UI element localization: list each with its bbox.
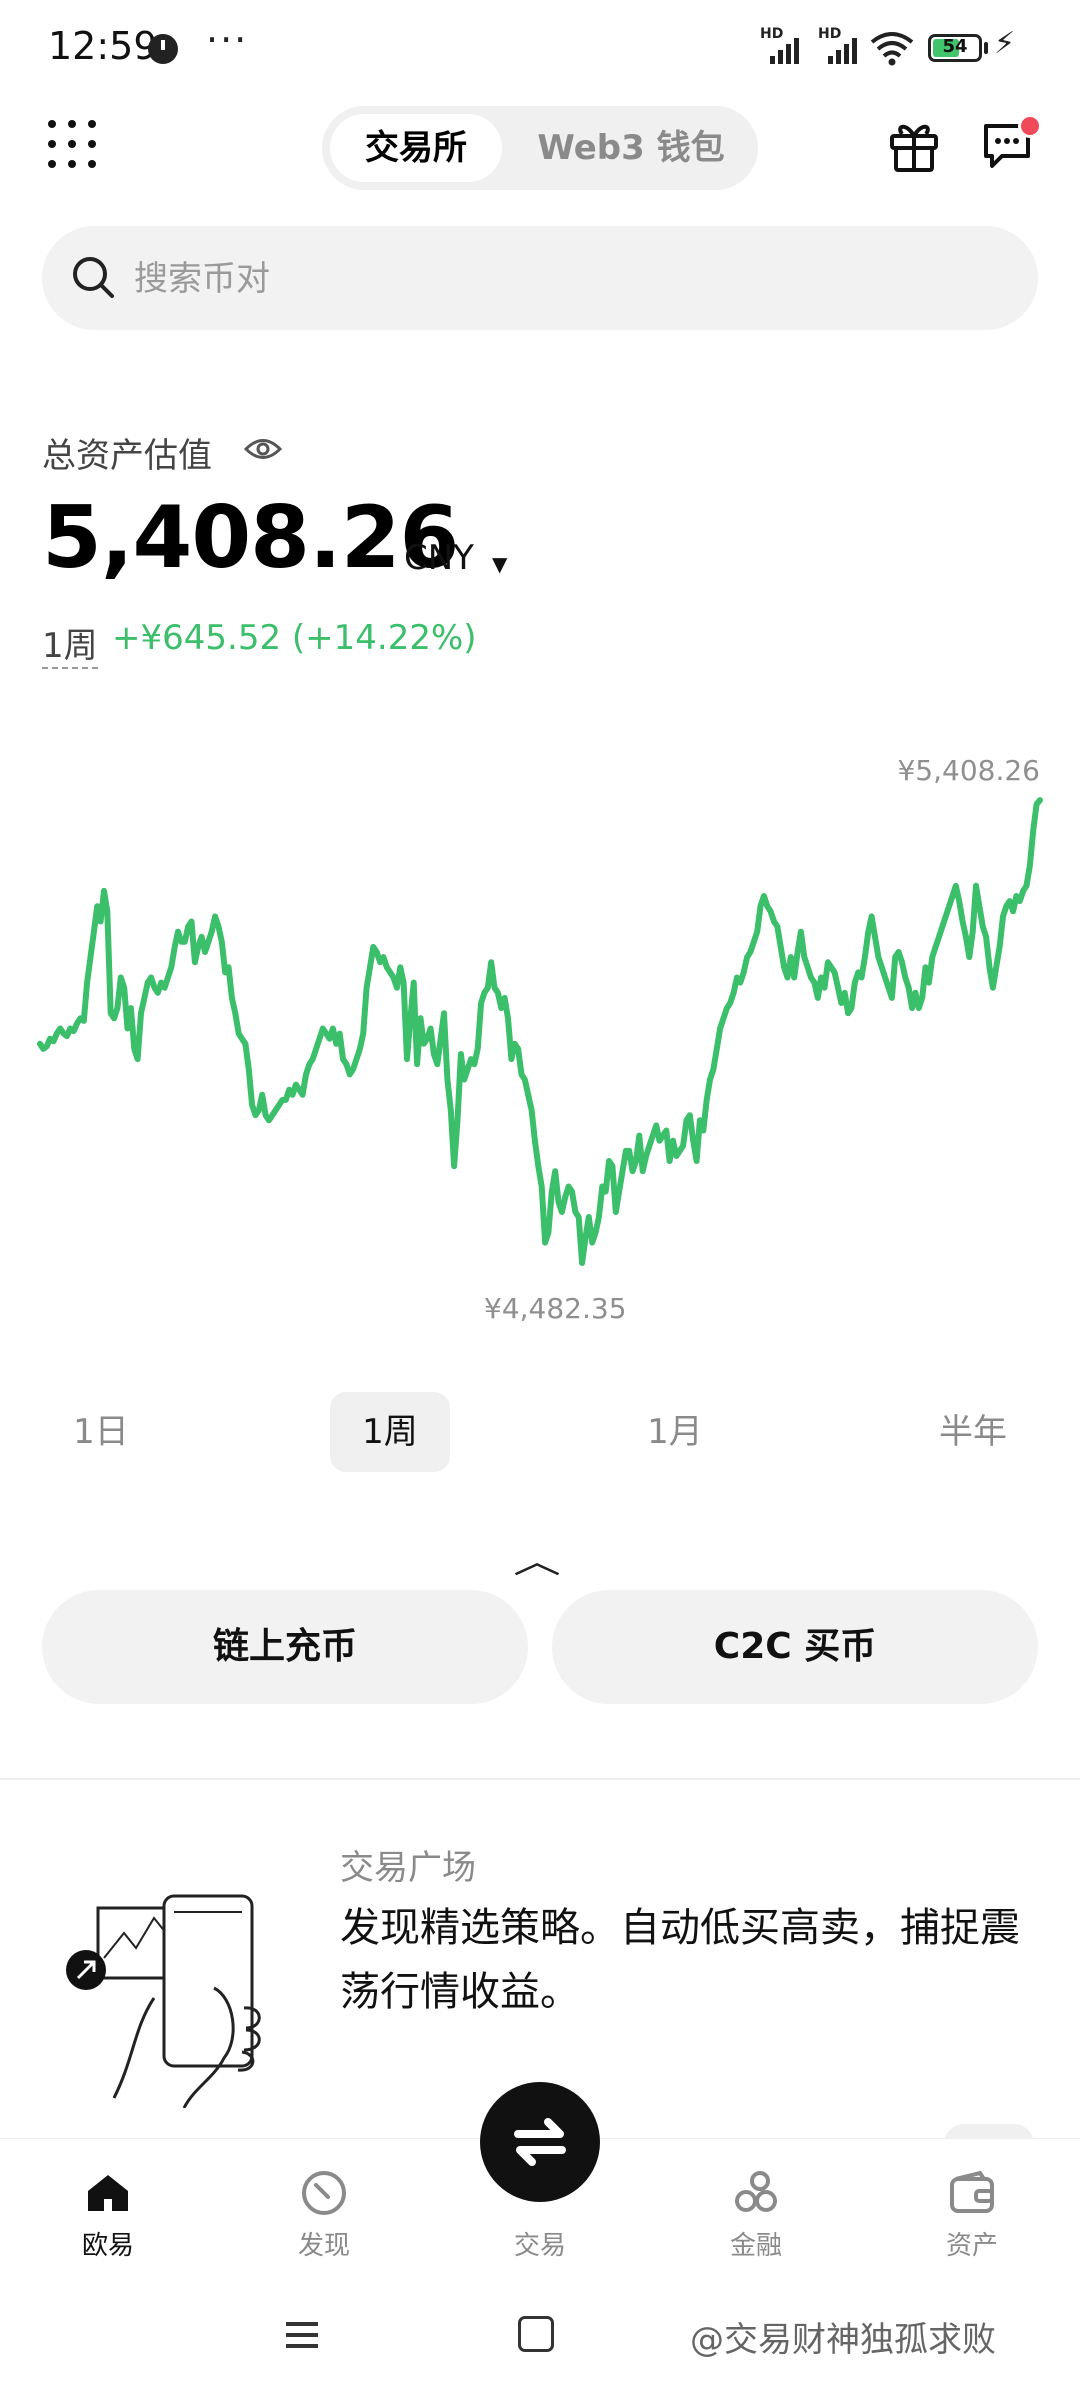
charging-icon: ⚡ [994, 26, 1016, 61]
promo-label: 交易广场 [340, 1848, 476, 1888]
chart-min-label: ¥4,482.35 [484, 1292, 627, 1325]
eye-icon[interactable] [244, 436, 282, 462]
divider [0, 1778, 1080, 1780]
chevron-up-icon[interactable]: ︿ [513, 1534, 561, 1583]
currency-selector[interactable]: CNY [404, 538, 474, 578]
search-icon [73, 257, 114, 298]
balance-chart [37, 797, 1043, 1266]
nav-discover[interactable]: 发现 [264, 2167, 384, 2262]
tab-exchange[interactable]: 交易所 [330, 114, 502, 182]
onchain-deposit-button[interactable]: 链上充币 [42, 1590, 528, 1704]
finance-icon [735, 2171, 777, 2212]
total-balance: 5,408.26 [42, 488, 459, 588]
period-tab-1m[interactable]: 1月 [620, 1392, 730, 1472]
wallet-icon [950, 2170, 994, 2213]
nav-home-label: 欧易 [81, 2231, 134, 2261]
wifi-icon [870, 32, 914, 66]
system-home-icon[interactable] [518, 2316, 554, 2352]
total-assets-label: 总资产估值 [42, 436, 212, 476]
search-bar[interactable] [42, 226, 1038, 332]
system-menu-icon[interactable] [284, 2320, 320, 2350]
gift-icon[interactable] [888, 118, 940, 174]
hd-label: HD [818, 26, 842, 42]
apps-grid-icon[interactable] [48, 120, 100, 172]
promo-text[interactable]: 发现精选策略。自动低买高卖，捕捉震荡行情收益。 [340, 1896, 1030, 2024]
nav-assets-label: 资产 [945, 2231, 998, 2261]
nav-finance[interactable]: 金融 [696, 2167, 816, 2262]
nav-home[interactable]: 欧易 [48, 2167, 168, 2262]
pnl-value: +¥645.52 (+14.22%) [112, 618, 477, 658]
nav-assets[interactable]: 资产 [912, 2167, 1032, 2262]
trade-fab-button[interactable] [480, 2082, 600, 2202]
dnd-icon [148, 34, 178, 64]
phone-hand-illustration [66, 1894, 261, 2108]
watermark: @交易财神独孤求败 [690, 2320, 996, 2360]
pnl-period[interactable]: 1周 [42, 618, 98, 669]
exchange-wallet-toggle: 交易所 Web3 钱包 [322, 106, 758, 190]
chart-max-label: ¥5,408.26 [897, 754, 1040, 787]
search-input[interactable] [132, 226, 996, 332]
period-tab-1w[interactable]: 1周 [330, 1392, 450, 1472]
hd-label: HD [760, 26, 784, 42]
discover-icon [302, 2171, 346, 2215]
caret-down-icon[interactable]: ▼ [492, 552, 507, 576]
battery-tip [984, 42, 988, 54]
nav-trade-label: 交易 [513, 2231, 566, 2261]
tab-web3-wallet[interactable]: Web3 钱包 [512, 114, 750, 182]
battery-level: 54 [942, 36, 968, 57]
battery-icon: 54 [928, 34, 982, 62]
period-tab-6m[interactable]: 半年 [918, 1392, 1028, 1472]
balance-line [37, 797, 1043, 1266]
more-notifications-icon: ··· [206, 18, 249, 62]
notification-dot [1018, 114, 1042, 138]
swap-icon [514, 2118, 566, 2166]
nav-discover-label: 发现 [297, 2231, 350, 2261]
status-time: 12:59 [48, 24, 158, 68]
period-tab-1d[interactable]: 1日 [56, 1392, 146, 1472]
nav-finance-label: 金融 [729, 2231, 782, 2261]
home-icon [88, 2175, 128, 2211]
c2c-buy-button[interactable]: C2C 买币 [552, 1590, 1038, 1704]
